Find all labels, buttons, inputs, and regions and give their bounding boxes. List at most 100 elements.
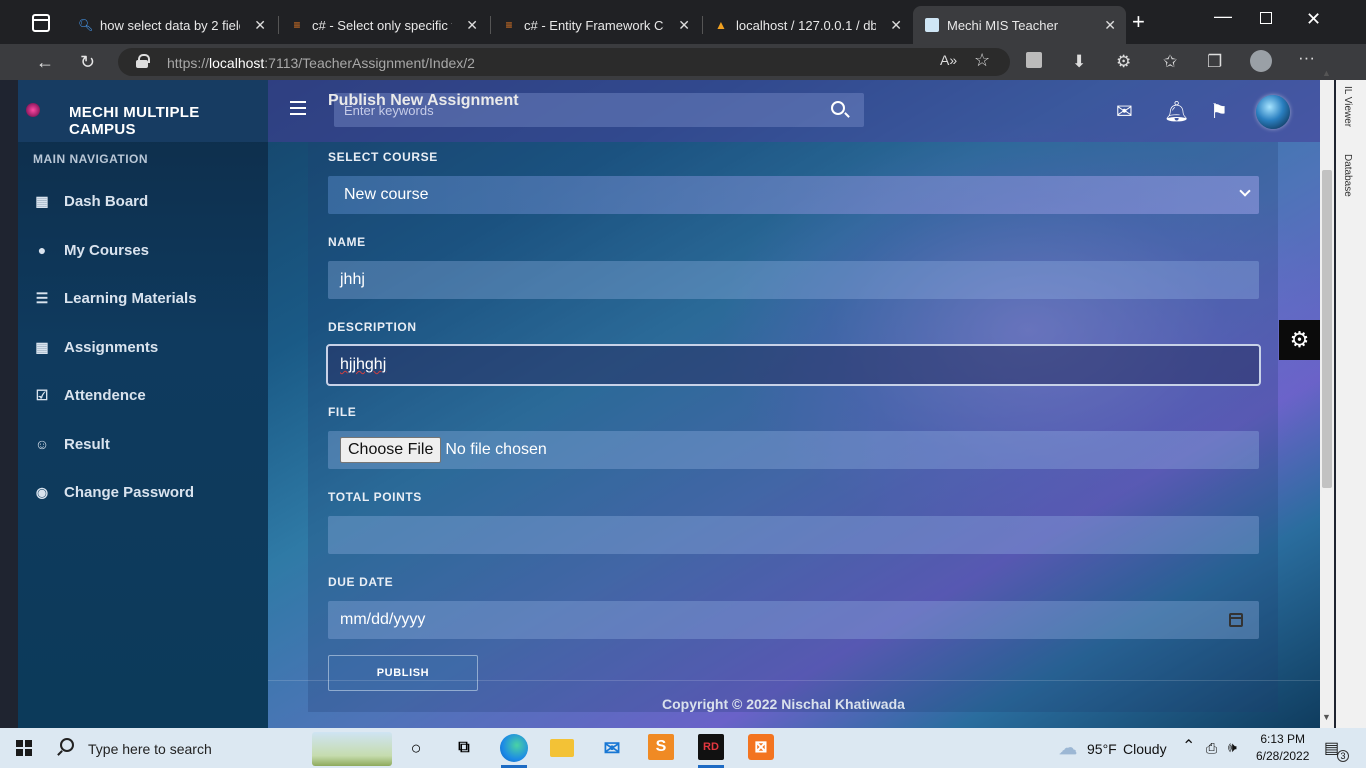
- extension-icon[interactable]: [1026, 52, 1042, 68]
- weather-description[interactable]: Cloudy: [1123, 741, 1167, 757]
- due-date-field[interactable]: mm/dd/yyyy: [328, 601, 1259, 639]
- extensions-puzzle-icon[interactable]: ⚙: [1116, 52, 1131, 72]
- close-window-button[interactable]: ✕: [1306, 9, 1321, 30]
- read-aloud-icon[interactable]: A»: [940, 52, 957, 68]
- publish-button[interactable]: PUBLISH: [328, 655, 478, 691]
- phpmyadmin-icon: ▲: [715, 18, 727, 32]
- sidebar-item-label: Change Password: [64, 483, 195, 501]
- new-tab-button[interactable]: +: [1132, 11, 1145, 33]
- search-icon[interactable]: [831, 101, 845, 115]
- tab-title: c# - Entity Framework Core: [524, 17, 664, 33]
- settings-gear-button[interactable]: ⚙: [1279, 320, 1320, 360]
- xampp-icon[interactable]: ⊠: [748, 734, 774, 760]
- brand-name[interactable]: MECHI MULTIPLE CAMPUS: [69, 104, 268, 138]
- cloud-weather-icon[interactable]: ☁: [1054, 734, 1082, 762]
- weather-temperature[interactable]: 95°F: [1087, 741, 1117, 757]
- browser-tab[interactable]: ≡ c# - Entity Framework Core ✕: [490, 6, 700, 44]
- copyright-text: Copyright © 2022 Nischal Khatiwada: [662, 696, 905, 712]
- taskbar-search-input[interactable]: Type here to search: [88, 741, 212, 757]
- browser-tab[interactable]: 🔍︎ how select data by 2 fields ✕: [66, 6, 276, 44]
- cortana-icon[interactable]: ○: [402, 734, 430, 762]
- mail-icon[interactable]: ✉: [598, 734, 626, 762]
- course-label: SELECT COURSE: [328, 150, 438, 164]
- campus-logo-icon[interactable]: [26, 103, 40, 117]
- total-points-label: TOTAL POINTS: [328, 490, 422, 504]
- scroll-down-icon[interactable]: ▼: [1322, 712, 1331, 722]
- browser-tab[interactable]: ▲ localhost / 127.0.0.1 / db_m ✕: [702, 6, 912, 44]
- minimize-button[interactable]: —: [1214, 6, 1232, 27]
- back-arrow-icon[interactable]: ←: [36, 52, 54, 73]
- total-points-field[interactable]: [328, 516, 1259, 554]
- favorites-icon[interactable]: ✩: [1163, 52, 1177, 72]
- description-field[interactable]: hjjhghj: [326, 344, 1261, 386]
- browser-tab[interactable]: ≡ c# - Select only specific fiel ✕: [278, 6, 488, 44]
- task-view-icon[interactable]: ⧉: [450, 734, 478, 762]
- chevron-up-icon[interactable]: ⌃: [1182, 736, 1195, 756]
- rider-ide-icon[interactable]: RD: [698, 734, 724, 760]
- choose-file-button[interactable]: Choose File: [340, 437, 442, 463]
- edge-browser-icon[interactable]: [500, 734, 528, 762]
- course-select[interactable]: New course: [328, 176, 1259, 214]
- network-icon[interactable]: ⎙: [1206, 740, 1217, 757]
- refresh-icon[interactable]: ↻: [80, 52, 95, 73]
- windows-start-icon[interactable]: [16, 740, 32, 756]
- grid-icon: ▦: [35, 338, 49, 355]
- download-icon[interactable]: ⬇: [1072, 52, 1086, 72]
- system-clock[interactable]: 6:13 PM 6/28/2022: [1256, 731, 1309, 765]
- search-icon[interactable]: [60, 738, 74, 752]
- description-label: DESCRIPTION: [328, 320, 417, 334]
- lock-icon[interactable]: [136, 54, 150, 68]
- envelope-open-icon[interactable]: ✉: [1116, 99, 1133, 124]
- profile-avatar-icon[interactable]: [1250, 50, 1272, 72]
- collections-icon[interactable]: ❐: [1207, 52, 1222, 72]
- sidebar-item-result[interactable]: ☺ Result: [34, 432, 110, 456]
- sidebar-item-label: Learning Materials: [64, 289, 197, 307]
- side-panel-tab[interactable]: Database: [1342, 154, 1353, 197]
- due-date-label: DUE DATE: [328, 575, 394, 589]
- tab-title: c# - Select only specific fiel: [312, 17, 452, 33]
- browser-tab-active[interactable]: Mechi MIS Teacher ✕: [913, 6, 1126, 44]
- sidebar-item-change-password[interactable]: ◉ Change Password: [34, 480, 194, 504]
- close-icon[interactable]: ✕: [1104, 17, 1116, 34]
- side-panel-tab[interactable]: IL Viewer: [1342, 86, 1353, 127]
- due-date-placeholder: mm/dd/yyyy: [340, 611, 426, 628]
- favorite-add-icon[interactable]: ☆: [974, 50, 990, 71]
- sidebar-item-learning-materials[interactable]: ☰ Learning Materials: [34, 286, 197, 310]
- file-explorer-icon[interactable]: [550, 739, 574, 757]
- more-menu-icon[interactable]: ···: [1298, 48, 1315, 68]
- clock-date: 6/28/2022: [1256, 749, 1310, 763]
- search-highlight-image[interactable]: [312, 732, 392, 766]
- hamburger-menu-icon[interactable]: [290, 101, 306, 115]
- calendar-icon[interactable]: [1229, 613, 1243, 627]
- calendar-check-icon: ☑: [35, 386, 49, 403]
- sidebar-item-my-courses[interactable]: ● My Courses: [34, 238, 149, 262]
- chevron-down-icon: [1239, 185, 1251, 197]
- close-icon[interactable]: ✕: [254, 17, 266, 34]
- description-field-value: hjjhghj: [340, 356, 387, 373]
- flag-icon[interactable]: ⚑: [1210, 99, 1228, 124]
- sidebar-item-dashboard[interactable]: ▦ Dash Board: [34, 189, 148, 213]
- scroll-up-icon[interactable]: ▲: [1322, 68, 1331, 78]
- sidebar-item-assignments[interactable]: ▦ Assignments: [34, 335, 158, 359]
- sidebar-item-label: My Courses: [64, 241, 150, 259]
- avatar[interactable]: [1256, 95, 1290, 129]
- site-favicon-icon: [925, 18, 939, 32]
- tab-actions-icon[interactable]: [32, 14, 50, 32]
- maximize-button[interactable]: [1260, 12, 1272, 24]
- sidebar-item-attendence[interactable]: ☑ Attendence: [34, 383, 146, 407]
- bell-icon[interactable]: 🔔︎: [1164, 99, 1189, 124]
- tab-title: localhost / 127.0.0.1 / db_m: [736, 17, 876, 33]
- url-field[interactable]: https://localhost:7113/TeacherAssignment…: [118, 48, 1010, 76]
- list-icon: ☰: [35, 289, 49, 306]
- close-icon[interactable]: ✕: [678, 17, 690, 34]
- name-field[interactable]: jhhj: [328, 261, 1259, 299]
- close-icon[interactable]: ✕: [466, 17, 478, 34]
- nav-heading: MAIN NAVIGATION: [33, 152, 149, 166]
- sublime-text-icon[interactable]: S: [648, 734, 674, 760]
- volume-icon[interactable]: 🕪︎: [1228, 739, 1237, 756]
- file-input: Choose File No file chosen: [328, 431, 1259, 469]
- tab-title: how select data by 2 fields: [100, 17, 240, 33]
- close-icon[interactable]: ✕: [890, 17, 902, 34]
- page-scrollbar-thumb[interactable]: [1322, 170, 1332, 488]
- brand-header: MECHI MULTIPLE CAMPUS: [18, 80, 268, 142]
